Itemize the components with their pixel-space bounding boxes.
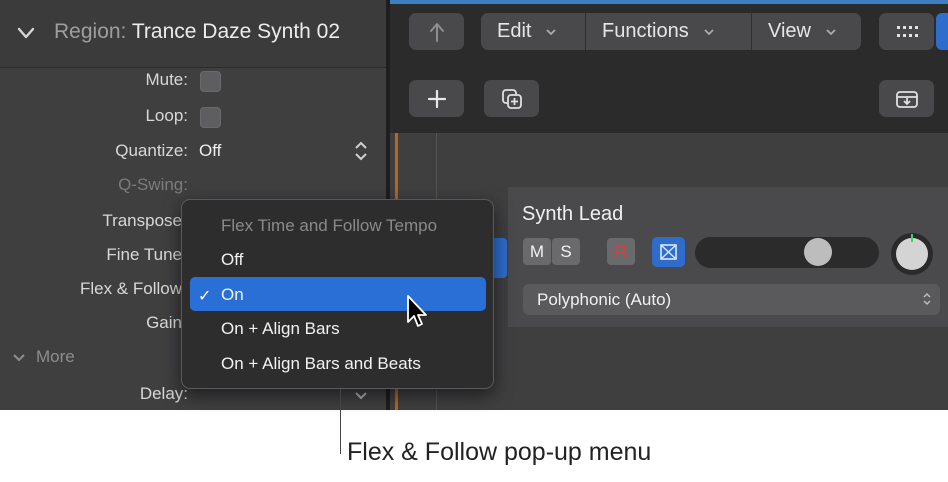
functions-menu[interactable]: Functions [586,13,750,50]
chevron-down-icon[interactable] [16,20,36,46]
more-label: More [36,347,75,366]
menu-item-on[interactable]: On [221,285,244,305]
menu-item-on-align-bars[interactable]: On + Align Bars [221,319,340,339]
gain-label: Gain [146,313,182,332]
chevron-down-icon [826,28,836,35]
view-menu[interactable]: View [752,13,860,50]
updown-arrows-icon [923,292,931,306]
view-label: View [768,20,811,42]
region-title: Region: Trance Daze Synth 02 [54,20,341,43]
plus-icon [427,89,446,108]
mouse-pointer-icon [407,295,427,327]
pan-knob-cap [896,238,928,270]
download-button[interactable] [879,80,934,117]
menu-header: Flex Time and Follow Tempo [221,216,438,235]
mute-button[interactable]: M [523,238,551,265]
duplicate-track-button[interactable] [484,80,539,117]
menu-item-on-align-bars-beats[interactable]: On + Align Bars and Beats [221,354,421,374]
instrument-mode-select[interactable]: Polyphonic (Auto) [523,284,940,315]
chevron-down-icon [546,28,557,35]
solo-button[interactable]: S [552,238,580,265]
callout-line [340,389,341,454]
accent-bar [390,0,948,4]
chevron-down-icon[interactable] [353,388,369,410]
grid-icon [896,25,918,37]
callout-label: Flex & Follow pop-up menu [347,438,652,466]
region-header[interactable]: Region: Trance Daze Synth 02 [0,0,388,68]
quantize-label: Quantize: [115,141,188,160]
updown-arrows-icon[interactable] [353,139,369,163]
volume-slider-thumb[interactable] [804,238,833,266]
accent-tab[interactable] [936,13,948,50]
duplicate-icon [501,88,522,109]
loop-label: Loop: [145,106,188,125]
qswing-label: Q-Swing: [118,175,188,194]
edit-menu[interactable]: Edit [481,13,583,50]
chevron-down-icon [13,353,25,361]
loop-checkbox[interactable] [200,107,221,128]
chevron-down-icon [704,28,714,35]
flex-follow-popup-menu: Flex Time and Follow Tempo Off ✓ On On +… [181,199,494,389]
grid-view-button[interactable] [879,13,934,50]
track-name[interactable]: Synth Lead [522,203,623,226]
mute-label: Mute: [145,70,188,89]
fine-tune-label: Fine Tune [106,245,182,264]
flex-toggle-button[interactable] [652,237,685,267]
delay-label: Delay: [139,384,188,403]
volume-slider[interactable] [695,237,879,268]
flex-follow-label: Flex & Follow [79,279,182,298]
add-track-button[interactable] [409,80,464,117]
back-button[interactable] [409,13,464,50]
record-button[interactable]: R [607,238,635,265]
flex-icon [660,244,677,260]
tray-download-icon [895,90,918,108]
instrument-mode-value: Polyphonic (Auto) [537,290,672,309]
functions-label: Functions [602,20,689,42]
menu-item-off[interactable]: Off [221,250,243,270]
more-disclosure[interactable]: More [12,347,75,367]
mute-checkbox[interactable] [200,71,221,92]
toolbar: Edit Functions View [390,0,948,133]
quantize-value[interactable]: Off [199,141,221,161]
transpose-label: Transpose [102,211,182,230]
edit-label: Edit [497,20,532,42]
arrow-up-icon [429,22,444,42]
checkmark-icon: ✓ [198,288,212,305]
pan-indicator [911,234,913,242]
